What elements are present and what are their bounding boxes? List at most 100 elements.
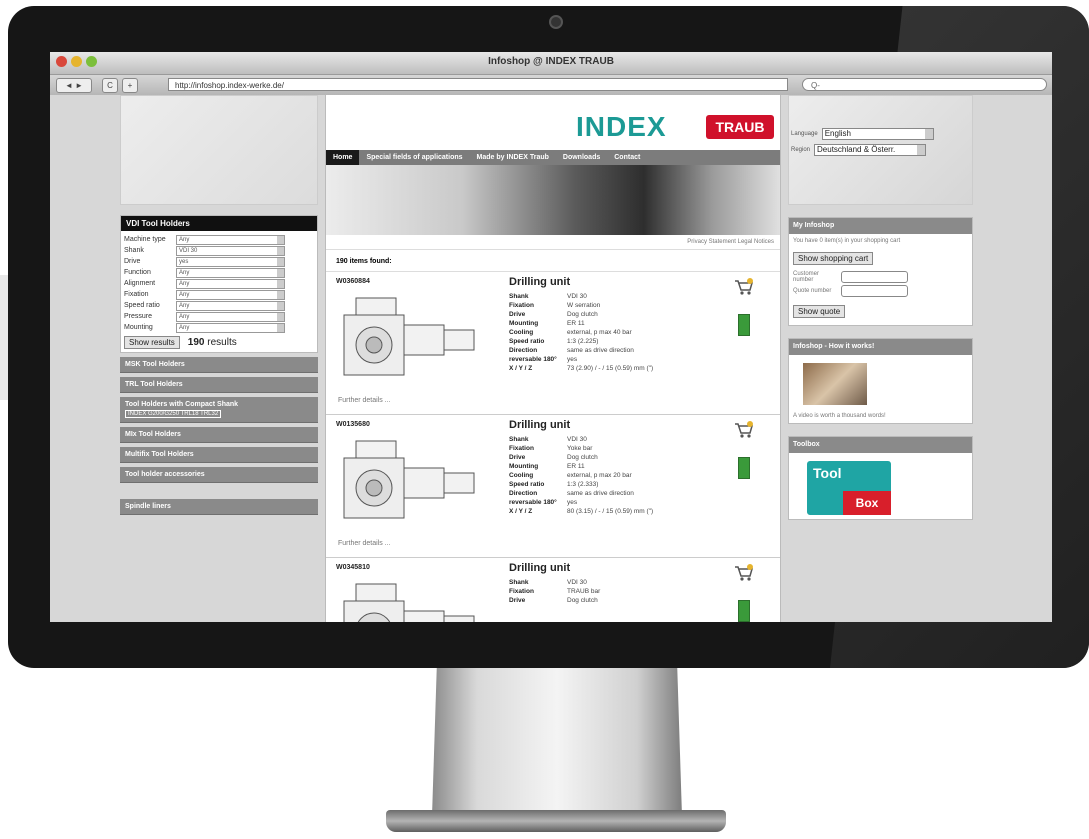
- spec-value: TRAUB bar: [567, 588, 601, 595]
- product-code[interactable]: W0345810: [336, 564, 370, 571]
- filter-row: Shank VDI 30: [121, 245, 317, 256]
- back-forward-button[interactable]: ◄ ►: [56, 78, 92, 93]
- product-title: Drilling unit: [509, 276, 571, 288]
- cart-status: You have 0 item(s) in your shopping cart: [793, 238, 901, 244]
- reload-button[interactable]: C: [102, 78, 118, 93]
- category-trl[interactable]: TRL Tool Holders: [120, 377, 318, 393]
- spec-key: Mounting: [509, 320, 539, 327]
- category-multifix[interactable]: Multifix Tool Holders: [120, 447, 318, 463]
- screen: Infoshop @ INDEX TRAUB ◄ ► C + http://in…: [50, 52, 1052, 622]
- product-title: Drilling unit: [509, 562, 571, 574]
- spec-row: Mounting ER 11: [509, 462, 653, 471]
- spec-row: reversable 180° yes: [509, 498, 653, 507]
- spec-key: Fixation: [509, 302, 534, 309]
- filter-row: Pressure Any: [121, 311, 317, 322]
- customer-label: Customer number: [793, 271, 820, 283]
- category-compact-shank[interactable]: Tool Holders with Compact Shank INDEX G2…: [120, 397, 318, 423]
- filter-row: Fixation Any: [121, 289, 317, 300]
- product-item: W0135680 Further details ... Drilling unit…: [326, 415, 780, 558]
- web-page: VDI Tool Holders Machine type Any Shank VDI…: [50, 95, 1052, 622]
- customer-number-input[interactable]: [841, 271, 908, 283]
- language-select[interactable]: English: [821, 128, 934, 140]
- left-column: VDI Tool Holders Machine type Any Shank VDI…: [120, 95, 318, 622]
- video-thumbnail[interactable]: [803, 363, 867, 405]
- add-bookmark-button[interactable]: +: [122, 78, 138, 93]
- spec-value: VDI 30: [567, 436, 587, 443]
- region-select[interactable]: Deutschland & Österr.: [814, 144, 927, 156]
- my-infoshop-panel: My Infoshop You have 0 item(s) in your s…: [788, 217, 973, 326]
- category-accessories[interactable]: Tool holder accessories: [120, 467, 318, 483]
- quote-number-input[interactable]: [841, 285, 908, 297]
- spec-row: Drive Dog clutch: [509, 596, 600, 605]
- filter-select[interactable]: Any: [176, 267, 285, 278]
- product-image[interactable]: [334, 290, 484, 390]
- product-code[interactable]: W0135680: [336, 421, 370, 428]
- spec-value: VDI 30: [567, 293, 587, 300]
- spec-key: Direction: [509, 490, 538, 497]
- category-mix[interactable]: MIx Tool Holders: [120, 427, 318, 443]
- toolbox-logo[interactable]: Tool Box: [807, 461, 891, 515]
- nav-made-by[interactable]: Made by INDEX Traub: [470, 150, 556, 165]
- traub-logo[interactable]: TRAUB: [706, 115, 774, 139]
- filter-select[interactable]: Any: [176, 234, 285, 245]
- filter-row: Function Any: [121, 267, 317, 278]
- product-code[interactable]: W0360884: [336, 278, 370, 285]
- filter-select[interactable]: Any: [176, 322, 285, 333]
- spec-key: X / Y / Z: [509, 365, 533, 372]
- filter-select[interactable]: VDI 30: [176, 245, 285, 256]
- filter-select[interactable]: Any: [176, 311, 285, 322]
- spec-row: Fixation W serration: [509, 301, 653, 310]
- spec-row: Fixation Yoke bar: [509, 444, 653, 453]
- spec-row: Cooling external, p max 20 bar: [509, 471, 653, 480]
- spec-row: Fixation TRAUB bar: [509, 587, 600, 596]
- filter-select[interactable]: yes: [176, 256, 285, 267]
- product-image[interactable]: [334, 433, 484, 533]
- product-item: W0345810 Drilling unit Shank VDI 30 Fixation…: [326, 558, 780, 622]
- address-bar[interactable]: http://infoshop.index-werke.de/: [168, 78, 788, 91]
- spec-value: external, p max 20 bar: [567, 472, 632, 479]
- spec-value: 1:3 (2.333): [567, 481, 599, 488]
- toolbox-panel: Toolbox Tool Box: [788, 436, 973, 520]
- category-spindle-liners[interactable]: Spindle liners: [120, 499, 318, 515]
- filter-panel: VDI Tool Holders Machine type Any Shank VDI…: [120, 215, 318, 353]
- product-image[interactable]: [334, 576, 484, 622]
- spec-value: W serration: [567, 302, 601, 309]
- product-specs: Shank VDI 30 Fixation TRAUB bar Drive Dog clu…: [509, 578, 600, 605]
- filter-select[interactable]: Any: [176, 289, 285, 300]
- show-cart-button[interactable]: Show shopping cart: [793, 252, 874, 265]
- filter-select[interactable]: Any: [176, 300, 285, 311]
- spec-value: 73 (2.90) / - / 15 (0.59) mm ("): [567, 365, 654, 372]
- spec-key: reversable 180°: [509, 499, 557, 506]
- filter-select[interactable]: Any: [176, 278, 285, 289]
- nav-downloads[interactable]: Downloads: [556, 150, 607, 165]
- add-to-cart-icon[interactable]: [734, 421, 754, 439]
- show-quote-button[interactable]: Show quote: [793, 305, 846, 318]
- nav-home[interactable]: Home: [326, 150, 360, 165]
- right-column: Language English Region Deutschland & Ös…: [788, 95, 973, 622]
- spec-value: same as drive direction: [567, 347, 634, 354]
- nav-contact[interactable]: Contact: [607, 150, 647, 165]
- spec-key: Cooling: [509, 329, 534, 336]
- category-msk[interactable]: MSK Tool Holders: [120, 357, 318, 373]
- index-logo[interactable]: INDEX: [576, 111, 667, 143]
- nav-special-fields[interactable]: Special fields of applications: [359, 150, 469, 165]
- search-field[interactable]: Q-: [802, 78, 1047, 91]
- show-results-button[interactable]: Show results: [124, 336, 180, 349]
- filter-label: Drive: [124, 258, 141, 265]
- spec-key: Shank: [509, 293, 529, 300]
- spec-value: Dog clutch: [567, 597, 598, 604]
- spec-value: ER 11: [567, 463, 585, 470]
- spec-value: Dog clutch: [567, 454, 598, 461]
- spec-key: Shank: [509, 579, 529, 586]
- add-to-cart-icon[interactable]: [734, 564, 754, 582]
- spec-value: 1:3 (2.225): [567, 338, 599, 345]
- add-to-cart-icon[interactable]: [734, 278, 754, 296]
- spec-row: Direction same as drive direction: [509, 346, 653, 355]
- toolbox-word-tool: Tool: [813, 465, 842, 481]
- further-details-link[interactable]: Further details ...: [338, 540, 391, 547]
- window-titlebar: Infoshop @ INDEX TRAUB: [50, 52, 1052, 75]
- spec-key: Shank: [509, 436, 529, 443]
- further-details-link[interactable]: Further details ...: [338, 397, 391, 404]
- main-nav: Home Special fields of applications Made…: [326, 150, 780, 165]
- legal-links[interactable]: Privacy Statement Legal Notices: [326, 235, 780, 250]
